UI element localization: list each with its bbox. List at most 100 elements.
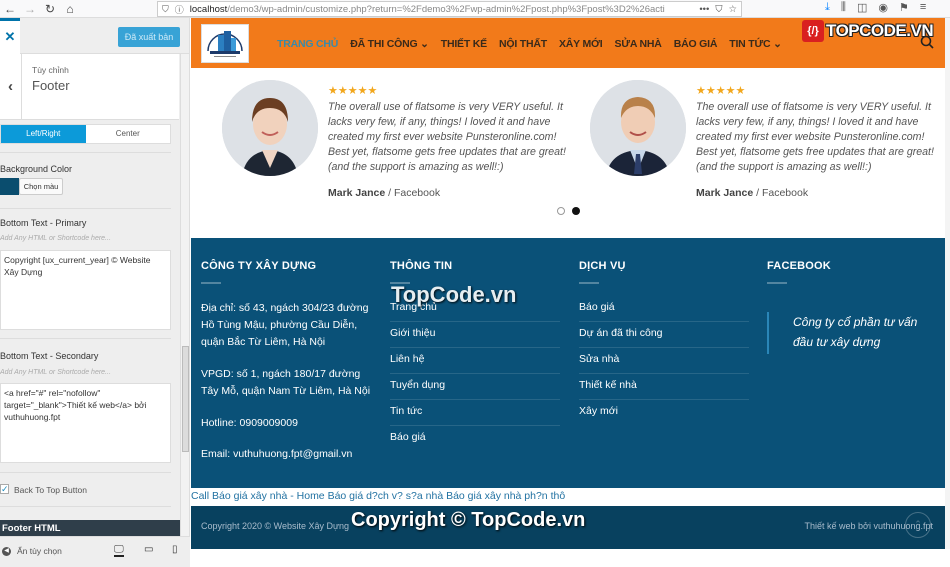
reload-icon[interactable]: ↻ <box>40 2 60 16</box>
bottom-text-secondary-textarea[interactable]: <a href="#" rel="nofollow" target="_blan… <box>0 383 171 463</box>
tablet-preview-icon[interactable]: ▭ <box>144 544 153 555</box>
footer-link[interactable]: Giới thiệu <box>390 322 560 348</box>
divider <box>0 472 171 473</box>
color-swatch[interactable] <box>0 178 19 195</box>
footer-link[interactable]: Báo giá <box>579 296 749 322</box>
divider <box>0 152 171 153</box>
bookmark-star-icon[interactable]: ☆ <box>728 4 737 15</box>
chevron-up-icon: ⌃ <box>914 519 922 529</box>
footer-services-column: DỊCH VỤ Báo giá Dự án đã thi công Sửa nh… <box>579 260 749 426</box>
browser-toolbar: ← → ↻ ⌂ ⛉ ⓘ localhost/demo3/wp-admin/cus… <box>0 0 950 18</box>
topcode-logo-text: TOPCODE.VN <box>826 21 934 40</box>
footer-office: VPGD: số 1, ngách 180/17 đường Tây Mỗ, q… <box>201 368 371 397</box>
mobile-preview-icon[interactable]: ▯ <box>172 544 178 555</box>
back-to-top-label: Back To Top Button <box>14 485 87 495</box>
facebook-blockquote: Công ty cổ phần tư vấn đầu tư xây dựng <box>767 312 937 354</box>
url-path: /demo3/wp-admin/customize.php?return=%2F… <box>227 3 665 15</box>
author-source: / Facebook <box>385 187 441 199</box>
footer-hotline: Hotline: 0909009009 <box>201 417 298 429</box>
copyright-watermark: Copyright © TopCode.vn <box>351 509 586 531</box>
url-host: localhost <box>189 3 228 15</box>
site-footer: CÔNG TY XÂY DỰNG Địa chỉ: số 43, ngách 3… <box>191 238 945 488</box>
divider <box>0 338 171 339</box>
rating-stars: ★★★★★ <box>696 85 746 97</box>
footer-link[interactable]: Thiết kế nhà <box>579 374 749 400</box>
hide-controls-button[interactable]: ◀ Ẩn tùy chọn <box>2 546 62 556</box>
menu-icon[interactable]: ≡ <box>920 1 926 14</box>
back-icon[interactable]: ← <box>0 2 20 16</box>
desktop-preview-icon[interactable]: 🖵 <box>114 544 124 557</box>
nav-item-pricing[interactable]: BÁO GIÁ <box>674 38 718 50</box>
testimonial-card: ★★★★★ The overall use of flatsome is ver… <box>222 80 582 240</box>
choose-color-button[interactable]: Chọn màu <box>19 178 63 195</box>
slider-dot-1[interactable] <box>557 207 565 215</box>
author-source: / Facebook <box>753 187 809 199</box>
site-logo[interactable] <box>201 24 249 63</box>
footer-link[interactable]: Liên hệ <box>390 348 560 374</box>
divider <box>201 282 221 284</box>
footer-info-title: THÔNG TIN <box>390 260 453 272</box>
footer-link[interactable]: Tuyển dụng <box>390 374 560 400</box>
author-name: Mark Jance <box>328 187 386 199</box>
publish-button[interactable]: Đã xuất bản <box>118 27 180 47</box>
footer-link[interactable]: Xây mới <box>579 400 749 426</box>
nav-item-interior[interactable]: NỘI THẤT <box>499 38 547 50</box>
nav-item-repair[interactable]: SỬA NHÀ <box>615 38 662 50</box>
nav-item-new-build[interactable]: XÂY MỚI <box>559 38 603 50</box>
testimonial-author: Mark Jance / Facebook <box>696 187 808 199</box>
customizer-sidebar: ✕ Đã xuất bản ‹ Tùy chỉnh Footer Left/Ri… <box>0 18 190 567</box>
divider <box>0 506 171 507</box>
testimonial-quote: The overall use of flatsome is very VERY… <box>328 101 566 173</box>
align-center-option[interactable]: Center <box>85 125 170 143</box>
section-title: Footer <box>32 78 70 93</box>
footer-link[interactable]: Dự án đã thi công <box>579 322 749 348</box>
footer-email: Email: vuthuhuong.fpt@gmail.vn <box>201 448 353 460</box>
divider <box>0 208 171 209</box>
nav-item-home[interactable]: TRANG CHỦ <box>277 38 338 50</box>
account-icon[interactable]: ◉ <box>878 1 888 14</box>
more-icon[interactable]: ••• <box>699 4 709 15</box>
footer-link[interactable]: Tin tức <box>390 400 560 426</box>
testimonial-author: Mark Jance / Facebook <box>328 187 440 199</box>
footer-link[interactable]: Sửa nhà <box>579 348 749 374</box>
footer-facebook-title: FACEBOOK <box>767 260 831 272</box>
gift-icon[interactable]: ⚑ <box>899 1 909 14</box>
close-customizer-button[interactable]: ✕ <box>0 18 20 54</box>
footer-info-links: Trang chủ Giới thiệu Liên hệ Tuyển dụng … <box>390 296 560 452</box>
bottom-text-primary-textarea[interactable]: Copyright [ux_current_year] © Website Xâ… <box>0 250 171 330</box>
footer-address: Địa chỉ: số 43, ngách 304/23 đường Hồ Tù… <box>201 302 369 348</box>
info-icon[interactable]: ⓘ <box>175 3 184 16</box>
back-to-top-button[interactable]: ⌃ <box>905 512 931 538</box>
copyright-text: Copyright 2020 © Website Xây Dựng <box>201 521 350 531</box>
footer-html-section[interactable]: Footer HTML <box>0 520 180 536</box>
footer-company-title: CÔNG TY XÂY DỰNG <box>201 260 317 272</box>
sidebar-scrollbar[interactable] <box>180 54 189 536</box>
site-preview: TRANG CHỦ ĐÃ THI CÔNG ⌄ THIẾT KẾ NỘI THẤ… <box>191 18 950 549</box>
preview-scrollbar[interactable] <box>945 18 950 549</box>
sidebar-icon[interactable]: ◫ <box>857 1 867 14</box>
slider-dot-2[interactable] <box>572 207 580 215</box>
forward-icon[interactable]: → <box>20 2 40 16</box>
sidebar-header: ✕ Đã xuất bản <box>0 18 189 54</box>
testimonial-card: ★★★★★ The overall use of flatsome is ver… <box>590 80 950 240</box>
pocket-icon[interactable]: ⛉ <box>715 4 722 15</box>
call-link-text[interactable]: Call Báo giá xây nhà - Home Báo giá d?ch… <box>191 490 565 502</box>
alignment-toggle: Left/Right Center <box>0 124 171 144</box>
nav-item-news[interactable]: TIN TỨC ⌄ <box>729 38 782 50</box>
nav-item-completed[interactable]: ĐÃ THI CÔNG ⌄ <box>350 38 429 50</box>
home-icon[interactable]: ⌂ <box>60 2 80 16</box>
library-icon[interactable]: ⫼ <box>841 1 846 14</box>
align-left-right-option[interactable]: Left/Right <box>1 125 86 143</box>
footer-link[interactable]: Báo giá <box>390 426 560 452</box>
scrollbar-thumb[interactable] <box>182 346 189 452</box>
nav-item-design[interactable]: THIẾT KẾ <box>441 38 487 50</box>
collapse-icon: ◀ <box>2 546 11 556</box>
topcode-watermark: TopCode.vn <box>391 282 517 307</box>
back-chevron-icon[interactable]: ‹ <box>0 54 22 120</box>
breadcrumb: Tùy chỉnh <box>32 65 69 75</box>
url-bar[interactable]: ⛉ ⓘ localhost/demo3/wp-admin/customize.p… <box>157 1 742 17</box>
back-to-top-checkbox[interactable]: ✓ <box>0 484 9 494</box>
download-icon[interactable]: ⤓ <box>825 1 830 14</box>
footer-bottom-bar: Copyright 2020 © Website Xây Dựng Copyri… <box>191 506 945 549</box>
bottom-text-secondary-label: Bottom Text - Secondary <box>0 351 99 361</box>
